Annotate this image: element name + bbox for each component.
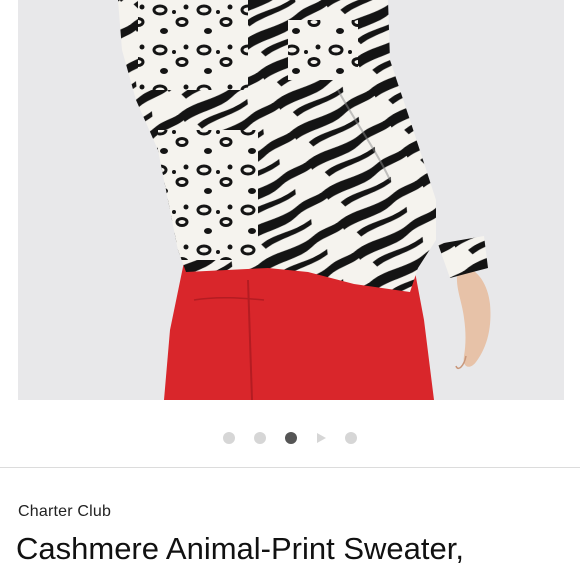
brand-link[interactable]: Charter Club	[18, 503, 111, 521]
carousel-indicators	[0, 430, 580, 446]
product-image[interactable]	[18, 0, 564, 400]
video-play-icon[interactable]	[317, 433, 326, 443]
carousel-dot-1[interactable]	[223, 432, 235, 444]
carousel-dot-5[interactable]	[345, 432, 357, 444]
product-title: Cashmere Animal-Print Sweater,	[16, 531, 464, 566]
carousel-dot-2[interactable]	[254, 432, 266, 444]
product-photo-illustration	[18, 0, 564, 400]
carousel-dot-3-active[interactable]	[285, 432, 297, 444]
section-divider	[0, 467, 580, 468]
